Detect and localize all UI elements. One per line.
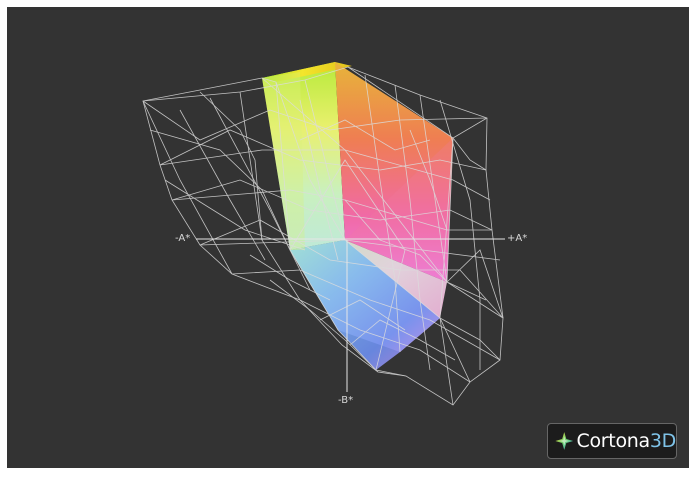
cortona-star-icon [555, 432, 574, 450]
logo-wordmark: Cortona3D [577, 430, 677, 452]
axis-label-minus-b: -B* [338, 395, 354, 406]
logo-brand-accent: 3D [649, 430, 676, 452]
axis-label-minus-a: -A* [175, 233, 191, 244]
color-gamut-solid [262, 62, 453, 370]
cortona3d-logo[interactable]: Cortona3D [547, 423, 677, 459]
logo-brand-main: Cortona [576, 430, 651, 452]
3d-viewport[interactable]: -A* +A* -B* Cortona3D [7, 7, 689, 468]
axis-label-plus-a: +A* [507, 233, 528, 244]
